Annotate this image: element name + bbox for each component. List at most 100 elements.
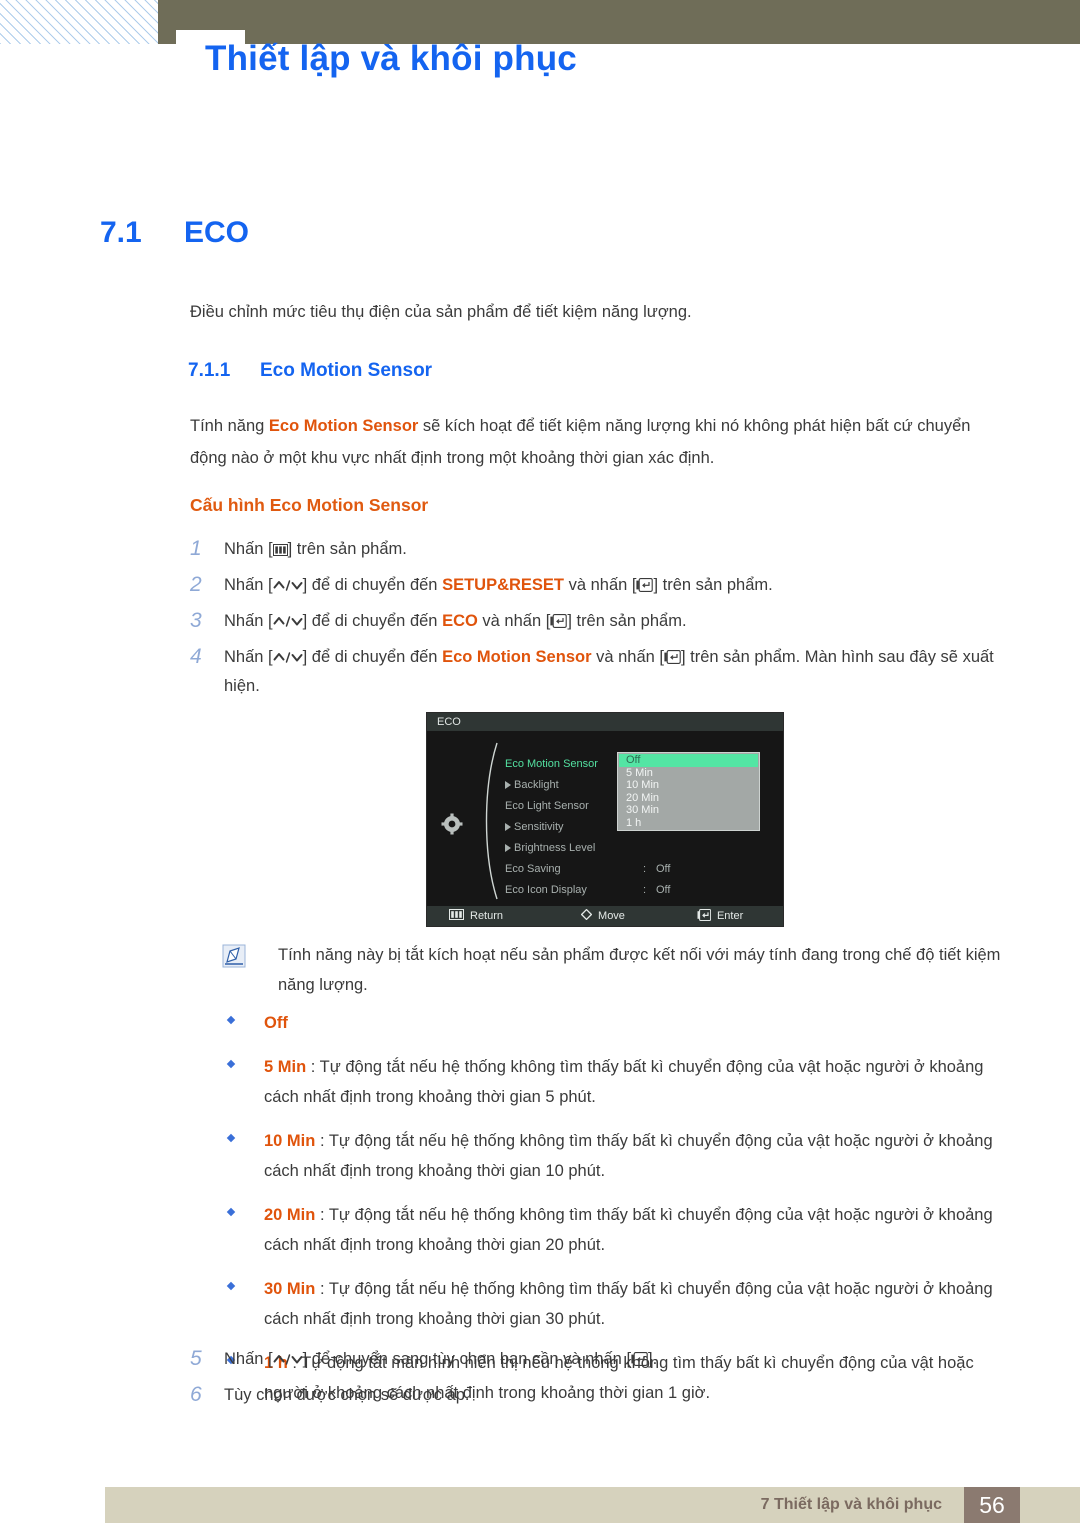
step-number: 2 (190, 573, 202, 596)
bullet-marker-icon (226, 1008, 264, 1038)
page-header: Thiết lập và khôi phục (0, 0, 1080, 130)
menu-icon (449, 909, 464, 923)
osd-menu-row[interactable]: Eco Saving: Off (505, 858, 775, 879)
step-text-run: ] để chuyển sang tùy chọn bạn cần và nhấ… (302, 1350, 632, 1368)
enter-icon (664, 650, 681, 664)
step-text-run: Nhấn [ (224, 540, 273, 558)
up-down-arrows-icon (273, 651, 303, 664)
steps-list-upper: 1 Nhấn [] trên sản phẩm. 2 Nhấn [] để di ch… (190, 535, 1000, 708)
osd-submenu-label: Brightness Level (505, 842, 652, 854)
section-heading: 7.1 ECO (100, 216, 249, 250)
osd-title: ECO (427, 713, 783, 731)
bullet-option-label: 30 Min (264, 1280, 316, 1298)
step-item: 1 Nhấn [] trên sản phẩm. (190, 535, 1000, 564)
bullet-text: Off (264, 1008, 1003, 1038)
footer-chapter-label: 7 Thiết lập và khôi phục (760, 1496, 942, 1513)
bullet-item: Off (226, 1008, 1003, 1038)
step-item: 2 Nhấn [ ] để di chuyển đến SETUP&RESET và… (190, 571, 1000, 600)
bullet-marker-icon (226, 1052, 264, 1112)
bullet-option-label: Off (264, 1014, 288, 1032)
step-number: 4 (190, 645, 202, 668)
osd-dropdown-option[interactable]: 20 Min (619, 792, 758, 805)
bullet-item: 10 Min : Tự động tắt nếu hệ thống không … (226, 1126, 1003, 1186)
note-pencil-icon (222, 940, 278, 1000)
page-number: 56 (964, 1487, 1020, 1523)
osd-dropdown-option[interactable]: 1 h (619, 817, 758, 830)
step-menu-term: ECO (442, 612, 478, 630)
step-number: 6 (190, 1383, 202, 1406)
osd-arc-decoration (485, 742, 498, 900)
step-text-run: ] trên sản phẩm. (287, 540, 407, 558)
gear-icon (441, 813, 463, 840)
bullet-item: 20 Min : Tự động tắt nếu hệ thống không … (226, 1200, 1003, 1260)
step-menu-term: SETUP&RESET (442, 576, 564, 594)
osd-item-value: Off (656, 862, 671, 875)
osd-dropdown-option[interactable]: Off (619, 754, 758, 767)
step-text: Tùy chọn được chọn sẽ được áp. (224, 1381, 1000, 1410)
osd-colon: : (643, 883, 647, 896)
step-text: Nhấn [] để di chuyển đến Eco Motion Sens… (224, 643, 1000, 701)
bullet-option-description: : Tự động tắt nếu hệ thống không tìm thấ… (264, 1206, 993, 1254)
osd-footer-enter-label: Enter (716, 910, 744, 922)
step-text-run: Nhấn [ (224, 1350, 273, 1368)
step-menu-term: Eco Motion Sensor (442, 648, 592, 666)
step-text-run: ]. (648, 1350, 658, 1368)
bullet-marker-icon (226, 1274, 264, 1334)
bullet-text: 5 Min : Tự động tắt nếu hệ thống không t… (264, 1052, 1003, 1112)
bullet-marker-icon (226, 1126, 264, 1186)
step-text: Nhấn [ ] trên sản phẩm. (224, 535, 1000, 564)
osd-footer-move: Move (580, 908, 625, 923)
osd-footer-move-label: Move (598, 910, 625, 922)
step-item: 6 Tùy chọn được chọn sẽ được áp. (190, 1381, 1000, 1410)
bullet-option-description: : Tự động tắt nếu hệ thống không tìm thấ… (264, 1132, 993, 1180)
diamond-icon (580, 908, 593, 923)
subsection-body-paragraph: Tính năng Eco Motion Sensor sẽ kích hoạt… (190, 410, 995, 474)
osd-item-value: Off (656, 883, 671, 896)
osd-dropdown-option[interactable]: 5 Min (619, 767, 758, 780)
bullet-item: 5 Min : Tự động tắt nếu hệ thống không t… (226, 1052, 1003, 1112)
step-text-run: ] để di chuyển đến (302, 612, 443, 630)
step-number: 5 (190, 1347, 202, 1370)
note-block: Tính năng này bị tắt kích hoạt nếu sản p… (222, 940, 1002, 1000)
page-title: Thiết lập và khôi phục (205, 39, 577, 78)
config-heading: Cấu hình Eco Motion Sensor (190, 495, 429, 515)
subsection-number: 7.1.1 (188, 360, 231, 381)
step-text-run: và nhấn [ (564, 576, 637, 594)
header-olive-stub (158, 30, 176, 44)
enter-icon (550, 614, 568, 628)
osd-menu-row[interactable]: Eco Icon Display: Off (505, 879, 775, 900)
step-item: 5 Nhấn [ ] để chuyển sang tùy chọn bạn cần… (190, 1345, 1000, 1374)
osd-menu-row[interactable]: Brightness Level (505, 837, 775, 858)
step-text: Nhấn [ ] để chuyển sang tùy chọn bạn cần … (224, 1345, 1000, 1374)
bullet-option-description: : Tự động tắt nếu hệ thống không tìm thấ… (264, 1280, 993, 1328)
body-text-before: Tính năng (190, 417, 269, 435)
osd-footer-enter: Enter (697, 908, 744, 924)
bullet-option-label: 20 Min (264, 1206, 316, 1224)
bullet-text: 30 Min : Tự động tắt nếu hệ thống không … (264, 1274, 1003, 1334)
step-item: 4 Nhấn [] để di chuyển đến Eco Motion Sen… (190, 643, 1000, 701)
step-text-run: Nhấn [ (224, 576, 273, 594)
osd-dropdown-option[interactable]: 10 Min (619, 779, 758, 792)
bullet-option-label: 10 Min (264, 1132, 316, 1150)
step-text-run: ] trên sản phẩm. (567, 612, 687, 630)
osd-item-label: Eco Saving (505, 862, 561, 875)
steps-list-lower: 5 Nhấn [ ] để chuyển sang tùy chọn bạn cần… (190, 1345, 1000, 1417)
step-item: 3 Nhấn [] để di chuyển đến ECO và nhấn []… (190, 607, 1000, 636)
enter-icon (631, 1352, 648, 1366)
step-text-run: ] để di chuyển đến (302, 576, 443, 594)
step-number: 3 (190, 609, 202, 632)
note-text: Tính năng này bị tắt kích hoạt nếu sản p… (278, 946, 1001, 994)
body-text-highlight: Eco Motion Sensor (268, 417, 419, 435)
osd-dropdown-option[interactable]: 30 Min (619, 804, 758, 817)
page-footer: 7 Thiết lập và khôi phục 56 (105, 1487, 1080, 1523)
hatch-pattern-decoration (0, 0, 158, 44)
osd-footer-return-label: Return (470, 910, 504, 922)
bullet-option-description: : Tự động tắt nếu hệ thống không tìm thấ… (264, 1058, 984, 1106)
step-text-run: Nhấn [ (224, 648, 273, 666)
osd-footer-return: Return (449, 909, 503, 923)
section-number: 7.1 (100, 216, 142, 249)
bullet-marker-icon (226, 1200, 264, 1260)
osd-dropdown-list[interactable]: Off 5 Min 10 Min 20 Min 30 Min 1 h (617, 752, 760, 831)
section-intro-paragraph: Điều chỉnh mức tiêu thụ điện của sản phẩ… (190, 303, 692, 321)
subsection-heading: 7.1.1 Eco Motion Sensor (188, 360, 432, 382)
